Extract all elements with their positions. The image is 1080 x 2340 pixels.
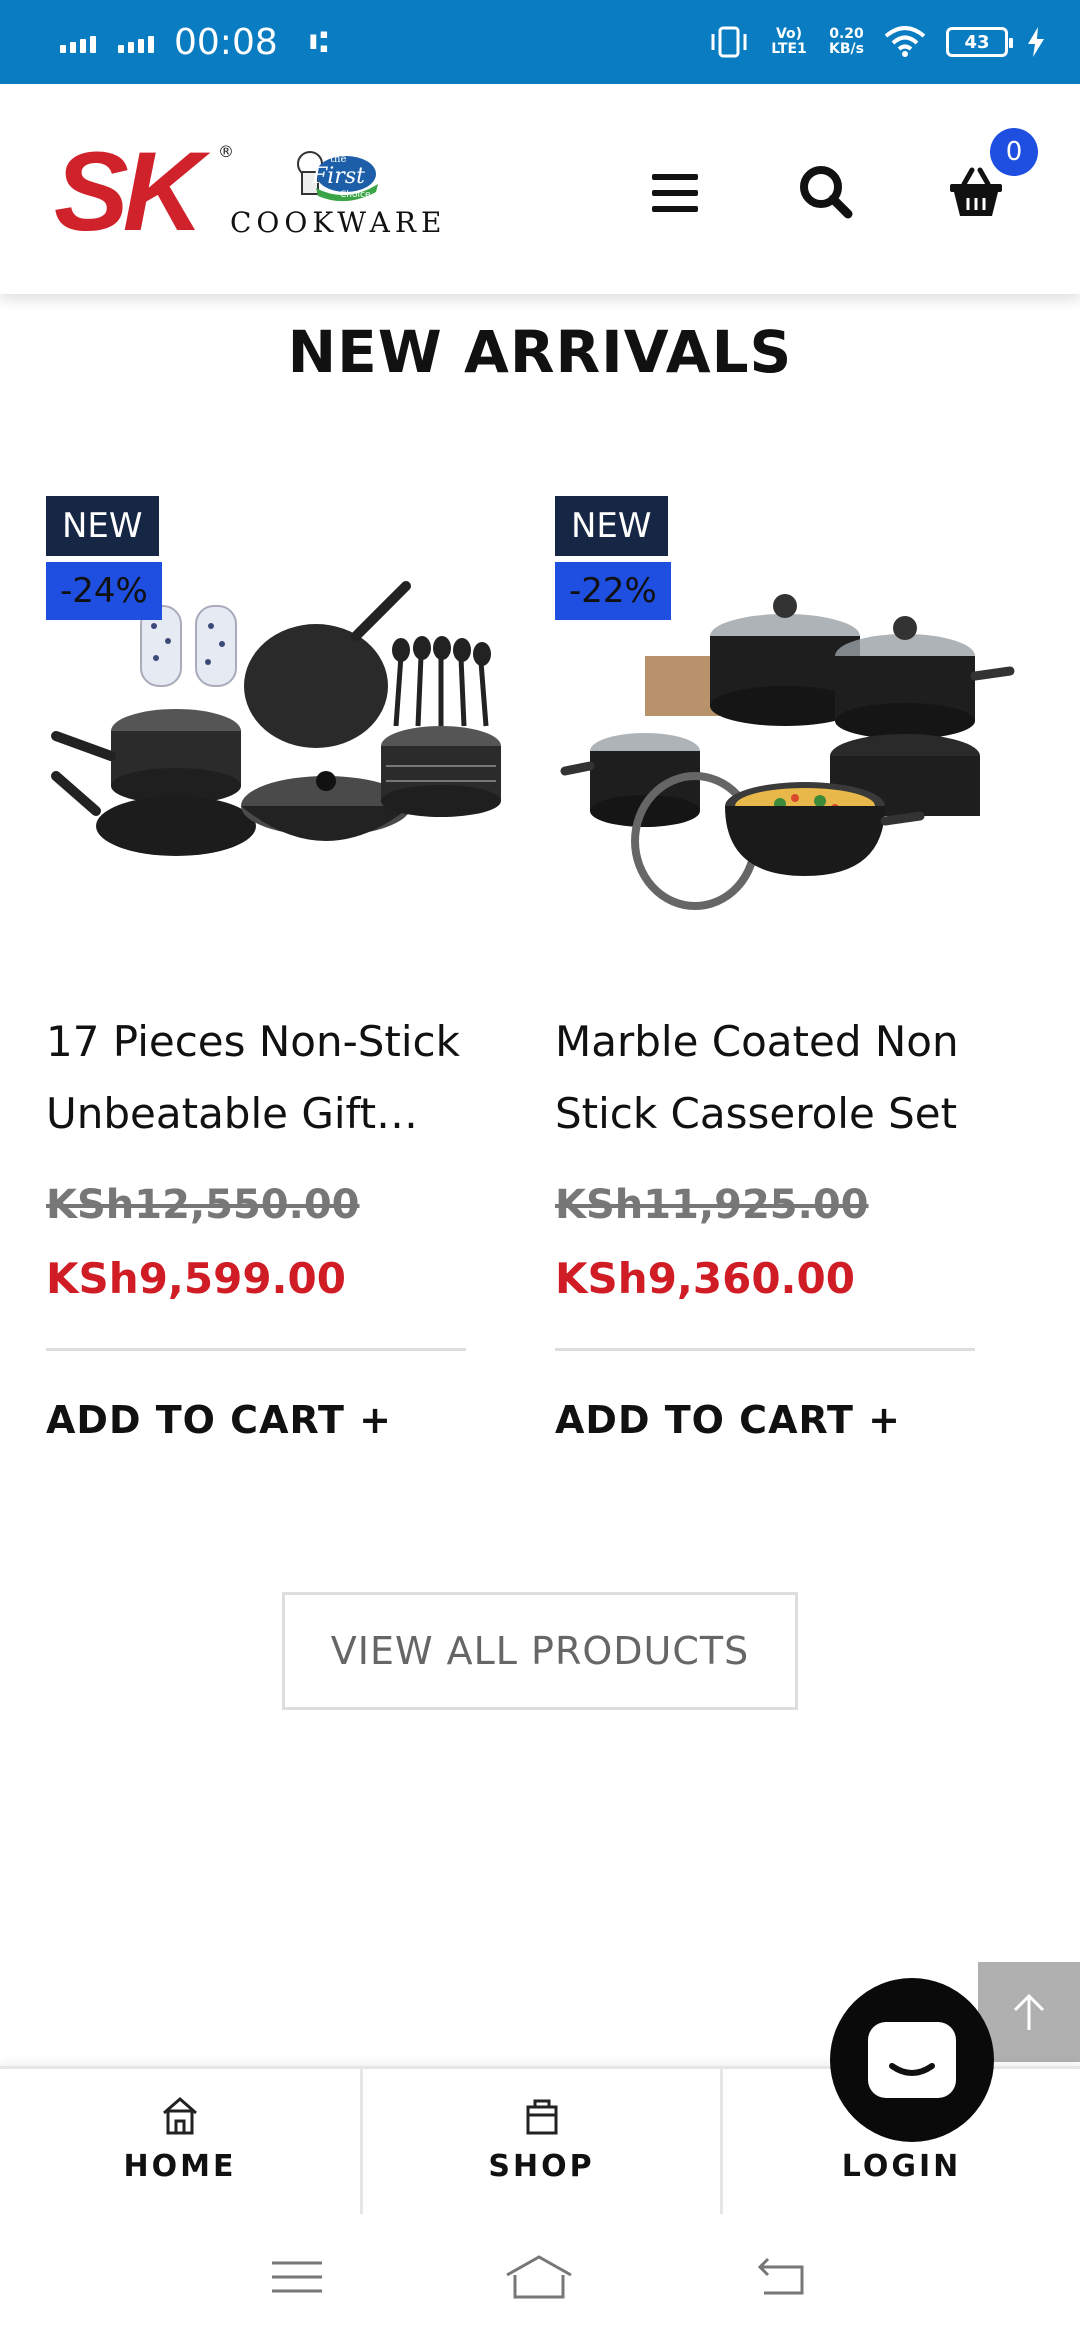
new-badge: NEW <box>555 496 668 556</box>
price-sale: KSh9,599.00 <box>46 1254 346 1303</box>
site-header: SK ® the First Choice COOKWARE 0 <box>0 84 1080 294</box>
price-original: KSh12,550.00 <box>46 1182 360 1228</box>
price-original: KSh11,925.00 <box>555 1182 869 1228</box>
vibrate-icon <box>711 26 747 58</box>
arrow-up-icon <box>1013 1993 1045 2030</box>
product-image[interactable]: NEW -24% <box>46 496 516 916</box>
casserole-set-image <box>560 594 1015 910</box>
speed-value: 0.20 <box>829 26 864 42</box>
logo-cookware: COOKWARE <box>230 206 447 239</box>
network-label: Vo) LTE1 <box>771 26 807 57</box>
status-time: 00:08 <box>174 21 278 63</box>
basket-icon[interactable] <box>946 162 1006 222</box>
nav-login-label: LOGIN <box>841 2149 962 2184</box>
wifi-icon <box>884 26 926 57</box>
nav-home[interactable]: HOME <box>0 2069 360 2217</box>
nav-home-label: HOME <box>123 2149 237 2184</box>
discount-badge: -24% <box>46 562 162 620</box>
cookware-set-image <box>51 581 501 856</box>
scroll-to-top-button[interactable] <box>978 1962 1080 2062</box>
battery-level: 43 <box>964 31 990 53</box>
status-bar: 00:08 ⑆ Vo) LTE1 0.20 KB/s 43 <box>0 0 1080 84</box>
product-image[interactable]: NEW -22% <box>555 496 1025 916</box>
signal-2-icon <box>118 31 154 53</box>
usb-icon: ⑆ <box>309 24 328 60</box>
chat-button[interactable] <box>830 1978 994 2142</box>
battery-icon: 43 <box>946 27 1013 57</box>
menu-icon[interactable] <box>652 174 698 214</box>
chat-icon <box>868 2022 956 2098</box>
home-icon <box>163 2097 197 2135</box>
logo-sub-main: First <box>312 164 365 189</box>
home-nav-icon[interactable] <box>503 2253 575 2301</box>
signal-1-icon <box>60 31 96 53</box>
price-sale: KSh9,360.00 <box>555 1254 855 1303</box>
divider <box>555 1348 975 1351</box>
speed-indicator: 0.20 KB/s <box>829 27 864 57</box>
system-nav-bar <box>0 2214 1080 2340</box>
logo-registered-mark: ® <box>218 142 234 161</box>
section-title: NEW ARRIVALS <box>287 318 793 386</box>
add-to-cart-button[interactable]: ADD TO CART + <box>555 1398 901 1442</box>
product-name[interactable]: Marble Coated Non Stick Casserole Set <box>555 1006 995 1150</box>
charging-icon <box>1028 27 1044 57</box>
cart-count-badge: 0 <box>990 128 1038 176</box>
new-badge: NEW <box>46 496 159 556</box>
add-to-cart-button[interactable]: ADD TO CART + <box>46 1398 392 1442</box>
product-name[interactable]: 17 Pieces Non-Stick Unbeatable Gift… <box>46 1006 486 1150</box>
nav-shop-label: SHOP <box>488 2149 595 2184</box>
discount-badge: -22% <box>555 562 671 620</box>
nav-shop[interactable]: SHOP <box>360 2069 720 2217</box>
product-card[interactable]: NEW -22% Marble Coated Non Stick Cassero… <box>555 496 1025 1442</box>
logo[interactable]: SK <box>54 136 204 248</box>
product-card[interactable]: NEW -24% 17 Pieces Non-Stick Unbeatable … <box>46 496 516 1442</box>
divider <box>46 1348 466 1351</box>
search-icon[interactable] <box>796 162 856 222</box>
speed-unit: KB/s <box>829 41 864 57</box>
logo-sub-bottom: Choice <box>340 190 371 200</box>
recent-apps-icon[interactable] <box>270 2257 324 2297</box>
shop-bag-icon <box>526 2099 557 2135</box>
back-icon[interactable] <box>754 2257 810 2297</box>
view-all-products-button[interactable]: VIEW ALL PRODUCTS <box>282 1592 798 1710</box>
